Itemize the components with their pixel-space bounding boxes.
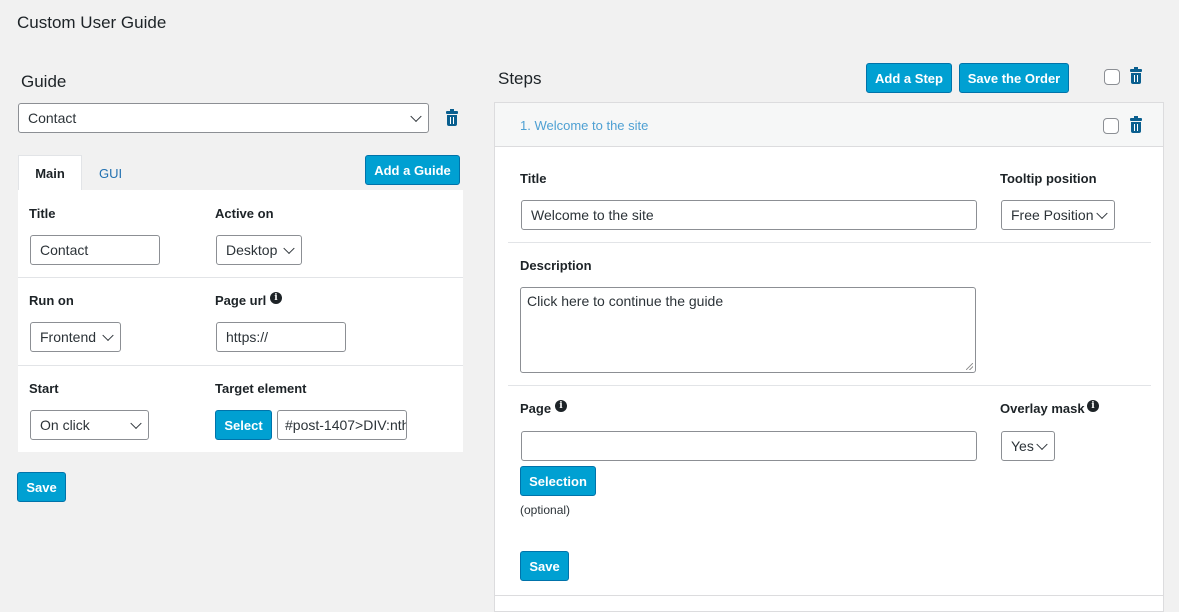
info-icon[interactable]: i bbox=[555, 400, 567, 412]
target-element-input[interactable]: #post-1407>DIV:nth bbox=[277, 410, 407, 440]
divider bbox=[18, 277, 463, 278]
step-save-button[interactable]: Save bbox=[520, 551, 569, 581]
active-on-select[interactable]: Desktop bbox=[216, 235, 302, 265]
title-label: Title bbox=[29, 206, 56, 221]
divider bbox=[495, 595, 1163, 596]
divider bbox=[18, 365, 463, 366]
run-on-value: Frontend bbox=[40, 329, 97, 345]
step-title-label: Title bbox=[520, 171, 547, 186]
select-all-checkbox[interactable] bbox=[1104, 69, 1120, 85]
page-url-value: https:// bbox=[226, 329, 269, 345]
resize-handle[interactable] bbox=[966, 363, 973, 370]
add-guide-button[interactable]: Add a Guide bbox=[365, 155, 460, 185]
divider bbox=[508, 242, 1151, 243]
description-label: Description bbox=[520, 258, 592, 273]
page-url-label: Page url bbox=[215, 293, 267, 308]
description-value: Click here to continue the guide bbox=[527, 293, 724, 309]
guide-select[interactable]: Contact bbox=[18, 103, 429, 133]
guide-title-input[interactable]: Contact bbox=[30, 235, 160, 265]
start-label: Start bbox=[29, 381, 59, 396]
step-header-title[interactable]: 1. Welcome to the site bbox=[520, 118, 648, 133]
overlay-mask-value: Yes bbox=[1011, 438, 1034, 454]
info-icon[interactable]: i bbox=[270, 292, 282, 304]
info-icon[interactable]: i bbox=[1087, 400, 1099, 412]
chevron-down-icon bbox=[1036, 438, 1048, 451]
chevron-down-icon bbox=[102, 329, 114, 342]
guide-select-value: Contact bbox=[28, 110, 77, 126]
tab-main[interactable]: Main bbox=[18, 155, 82, 191]
tooltip-position-select[interactable]: Free Position bbox=[1001, 200, 1115, 230]
select-target-button[interactable]: Select bbox=[215, 410, 272, 440]
save-order-button[interactable]: Save the Order bbox=[959, 63, 1069, 93]
step-title-value: Welcome to the site bbox=[531, 207, 654, 223]
overlay-mask-select[interactable]: Yes bbox=[1001, 431, 1055, 461]
run-on-select[interactable]: Frontend bbox=[30, 322, 121, 352]
step-title-input[interactable]: Welcome to the site bbox=[521, 200, 977, 230]
trash-icon[interactable] bbox=[445, 109, 459, 126]
optional-text: (optional) bbox=[520, 503, 571, 517]
steps-heading: Steps bbox=[498, 69, 542, 88]
tooltip-position-label: Tooltip position bbox=[1000, 171, 1097, 186]
page-input[interactable] bbox=[521, 431, 977, 461]
trash-icon[interactable] bbox=[1129, 116, 1143, 133]
step-checkbox[interactable] bbox=[1103, 118, 1119, 134]
selection-button[interactable]: Selection bbox=[520, 466, 596, 496]
overlay-mask-label: Overlay mask bbox=[1000, 401, 1085, 416]
chevron-down-icon bbox=[130, 417, 142, 430]
trash-icon[interactable] bbox=[1129, 67, 1143, 84]
start-select[interactable]: On click bbox=[30, 410, 149, 440]
chevron-down-icon bbox=[1096, 207, 1108, 220]
add-step-button[interactable]: Add a Step bbox=[866, 63, 952, 93]
page-label: Page bbox=[520, 401, 552, 416]
active-on-value: Desktop bbox=[226, 242, 278, 258]
chevron-down-icon bbox=[410, 110, 422, 123]
divider bbox=[508, 385, 1151, 386]
guide-save-button[interactable]: Save bbox=[17, 472, 66, 502]
tooltip-position-value: Free Position bbox=[1011, 207, 1094, 223]
target-element-value: #post-1407>DIV:nth bbox=[285, 417, 407, 433]
run-on-label: Run on bbox=[29, 293, 74, 308]
active-on-label: Active on bbox=[215, 206, 274, 221]
guide-title-value: Contact bbox=[40, 242, 89, 258]
target-element-label: Target element bbox=[215, 381, 307, 396]
page-url-input[interactable]: https:// bbox=[216, 322, 346, 352]
page-title: Custom User Guide bbox=[17, 13, 167, 32]
tab-main-label: Main bbox=[35, 166, 65, 181]
description-textarea[interactable]: Click here to continue the guide bbox=[520, 287, 976, 373]
guide-heading: Guide bbox=[21, 72, 67, 91]
tab-gui[interactable]: GUI bbox=[99, 166, 122, 181]
chevron-down-icon bbox=[283, 242, 295, 255]
start-value: On click bbox=[40, 417, 90, 433]
